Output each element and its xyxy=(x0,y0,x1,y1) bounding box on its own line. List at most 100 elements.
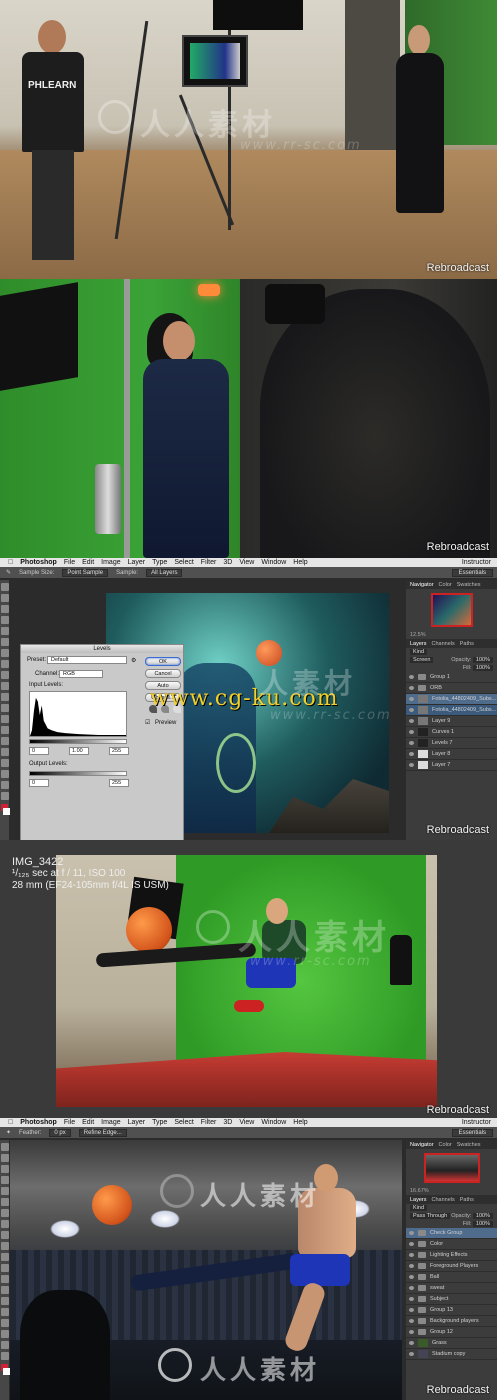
clone-tool-icon[interactable] xyxy=(1,671,9,679)
menu-filter[interactable]: Filter xyxy=(201,1119,217,1126)
visibility-eye-icon[interactable] xyxy=(409,752,414,756)
apple-icon[interactable]:  xyxy=(8,1119,13,1126)
healing-tool-icon[interactable] xyxy=(1,649,9,657)
ok-button[interactable]: OK xyxy=(145,657,181,666)
crop-tool-icon[interactable] xyxy=(1,1187,9,1195)
tab-navigator[interactable]: Navigator xyxy=(410,582,434,588)
tab-color[interactable]: Color xyxy=(439,1142,452,1148)
menu-type[interactable]: Type xyxy=(152,1119,167,1126)
eraser-tool-icon[interactable] xyxy=(1,693,9,701)
gradient-tool-icon[interactable] xyxy=(1,1264,9,1272)
path-select-icon[interactable] xyxy=(1,759,9,767)
layer-row[interactable]: Foreground Players xyxy=(406,1261,497,1272)
tab-swatches[interactable]: Swatches xyxy=(457,582,481,588)
hand-tool-icon[interactable] xyxy=(1,781,9,789)
tab-paths[interactable]: Paths xyxy=(460,641,474,647)
visibility-eye-icon[interactable] xyxy=(409,1308,414,1312)
visibility-eye-icon[interactable] xyxy=(409,1330,414,1334)
user-menu[interactable]: Instructor xyxy=(462,559,491,566)
eraser-tool-icon[interactable] xyxy=(1,1253,9,1261)
menu-image[interactable]: Image xyxy=(101,1119,120,1126)
channel-select[interactable]: RGB xyxy=(59,670,103,678)
sample-size-select[interactable]: Point Sample xyxy=(62,568,109,577)
apple-icon[interactable]:  xyxy=(8,559,13,566)
blur-tool-icon[interactable] xyxy=(1,1275,9,1283)
visibility-eye-icon[interactable] xyxy=(409,1341,414,1345)
healing-tool-icon[interactable] xyxy=(1,1209,9,1217)
quick-select-tool-icon[interactable] xyxy=(1,1176,9,1184)
layer-row[interactable]: Fotolia_44802409_Subs... xyxy=(406,705,497,716)
menu-3d[interactable]: 3D xyxy=(223,559,232,566)
brush-tool-icon[interactable] xyxy=(1,1220,9,1228)
gradient-tool-icon[interactable] xyxy=(1,704,9,712)
navigator-thumbnail[interactable] xyxy=(423,1153,480,1183)
crop-tool-icon[interactable] xyxy=(1,627,9,635)
menu-file[interactable]: File xyxy=(64,559,75,566)
tab-swatches[interactable]: Swatches xyxy=(457,1142,481,1148)
tab-channels[interactable]: Channels xyxy=(432,641,455,647)
history-brush-icon[interactable] xyxy=(1,682,9,690)
brush-tool-icon[interactable] xyxy=(1,660,9,668)
visibility-eye-icon[interactable] xyxy=(409,741,414,745)
layer-row[interactable]: sweat xyxy=(406,1283,497,1294)
tab-color[interactable]: Color xyxy=(439,582,452,588)
zoom-tool-icon[interactable] xyxy=(1,1352,9,1360)
path-select-icon[interactable] xyxy=(1,1319,9,1327)
layer-row[interactable]: Group 1 xyxy=(406,672,497,683)
layer-row[interactable]: Group 13 xyxy=(406,1305,497,1316)
lasso-tool-icon[interactable]: ✦ xyxy=(6,1129,11,1136)
type-tool-icon[interactable] xyxy=(1,1308,9,1316)
menu-file[interactable]: File xyxy=(64,1119,75,1126)
shape-tool-icon[interactable] xyxy=(1,1330,9,1338)
menu-3d[interactable]: 3D xyxy=(223,1119,232,1126)
feather-field[interactable]: 0 px xyxy=(49,1128,71,1137)
menu-window[interactable]: Window xyxy=(261,559,286,566)
eyedropper-icon[interactable] xyxy=(1,1198,9,1206)
layer-row-selected[interactable]: Fotolia_44802409_Subs... xyxy=(406,694,497,705)
menu-select[interactable]: Select xyxy=(174,559,193,566)
output-white-field[interactable]: 255 xyxy=(109,779,129,787)
marquee-tool-icon[interactable] xyxy=(1,1154,9,1162)
type-tool-icon[interactable] xyxy=(1,748,9,756)
navigator-thumbnail[interactable] xyxy=(430,593,473,627)
layer-row[interactable]: Layer 8 xyxy=(406,749,497,760)
menu-view[interactable]: View xyxy=(239,1119,254,1126)
workspace-select[interactable]: Essentials xyxy=(451,1128,493,1137)
menu-image[interactable]: Image xyxy=(101,559,120,566)
layer-row[interactable]: Group 12 xyxy=(406,1327,497,1338)
visibility-eye-icon[interactable] xyxy=(409,1352,414,1356)
zoom-tool-icon[interactable] xyxy=(1,792,9,800)
layer-row[interactable]: Background players xyxy=(406,1316,497,1327)
input-gamma-field[interactable]: 1.00 xyxy=(69,747,89,755)
layer-row[interactable]: Levels 7 xyxy=(406,738,497,749)
visibility-eye-icon[interactable] xyxy=(409,1242,414,1246)
lasso-tool-icon[interactable] xyxy=(1,1165,9,1173)
layer-row[interactable]: ORB xyxy=(406,683,497,694)
visibility-eye-icon[interactable] xyxy=(409,1231,414,1235)
menu-edit[interactable]: Edit xyxy=(82,1119,94,1126)
visibility-eye-icon[interactable] xyxy=(409,1286,414,1290)
clone-tool-icon[interactable] xyxy=(1,1231,9,1239)
dodge-tool-icon[interactable] xyxy=(1,1286,9,1294)
history-brush-icon[interactable] xyxy=(1,1242,9,1250)
layer-row[interactable]: Color xyxy=(406,1239,497,1250)
cancel-button[interactable]: Cancel xyxy=(145,669,181,678)
blur-tool-icon[interactable] xyxy=(1,715,9,723)
tab-paths[interactable]: Paths xyxy=(460,1197,474,1203)
move-tool-icon[interactable] xyxy=(1,583,9,591)
menu-app-name[interactable]: Photoshop xyxy=(20,559,57,566)
visibility-eye-icon[interactable] xyxy=(409,708,414,712)
visibility-eye-icon[interactable] xyxy=(409,1253,414,1257)
input-slider-track[interactable] xyxy=(29,739,127,744)
user-menu[interactable]: Instructor xyxy=(462,1119,491,1126)
visibility-eye-icon[interactable] xyxy=(409,686,414,690)
workspace-select[interactable]: Essentials xyxy=(451,568,493,577)
menu-layer[interactable]: Layer xyxy=(128,1119,146,1126)
opacity-field[interactable]: 100% xyxy=(472,657,493,663)
visibility-eye-icon[interactable] xyxy=(409,675,414,679)
layer-row-selected[interactable]: Check Group xyxy=(406,1228,497,1239)
visibility-eye-icon[interactable] xyxy=(409,1275,414,1279)
background-color-swatch[interactable] xyxy=(3,808,10,815)
kind-filter-select[interactable]: Kind xyxy=(410,1205,428,1211)
opacity-field[interactable]: 100% xyxy=(472,1213,493,1219)
